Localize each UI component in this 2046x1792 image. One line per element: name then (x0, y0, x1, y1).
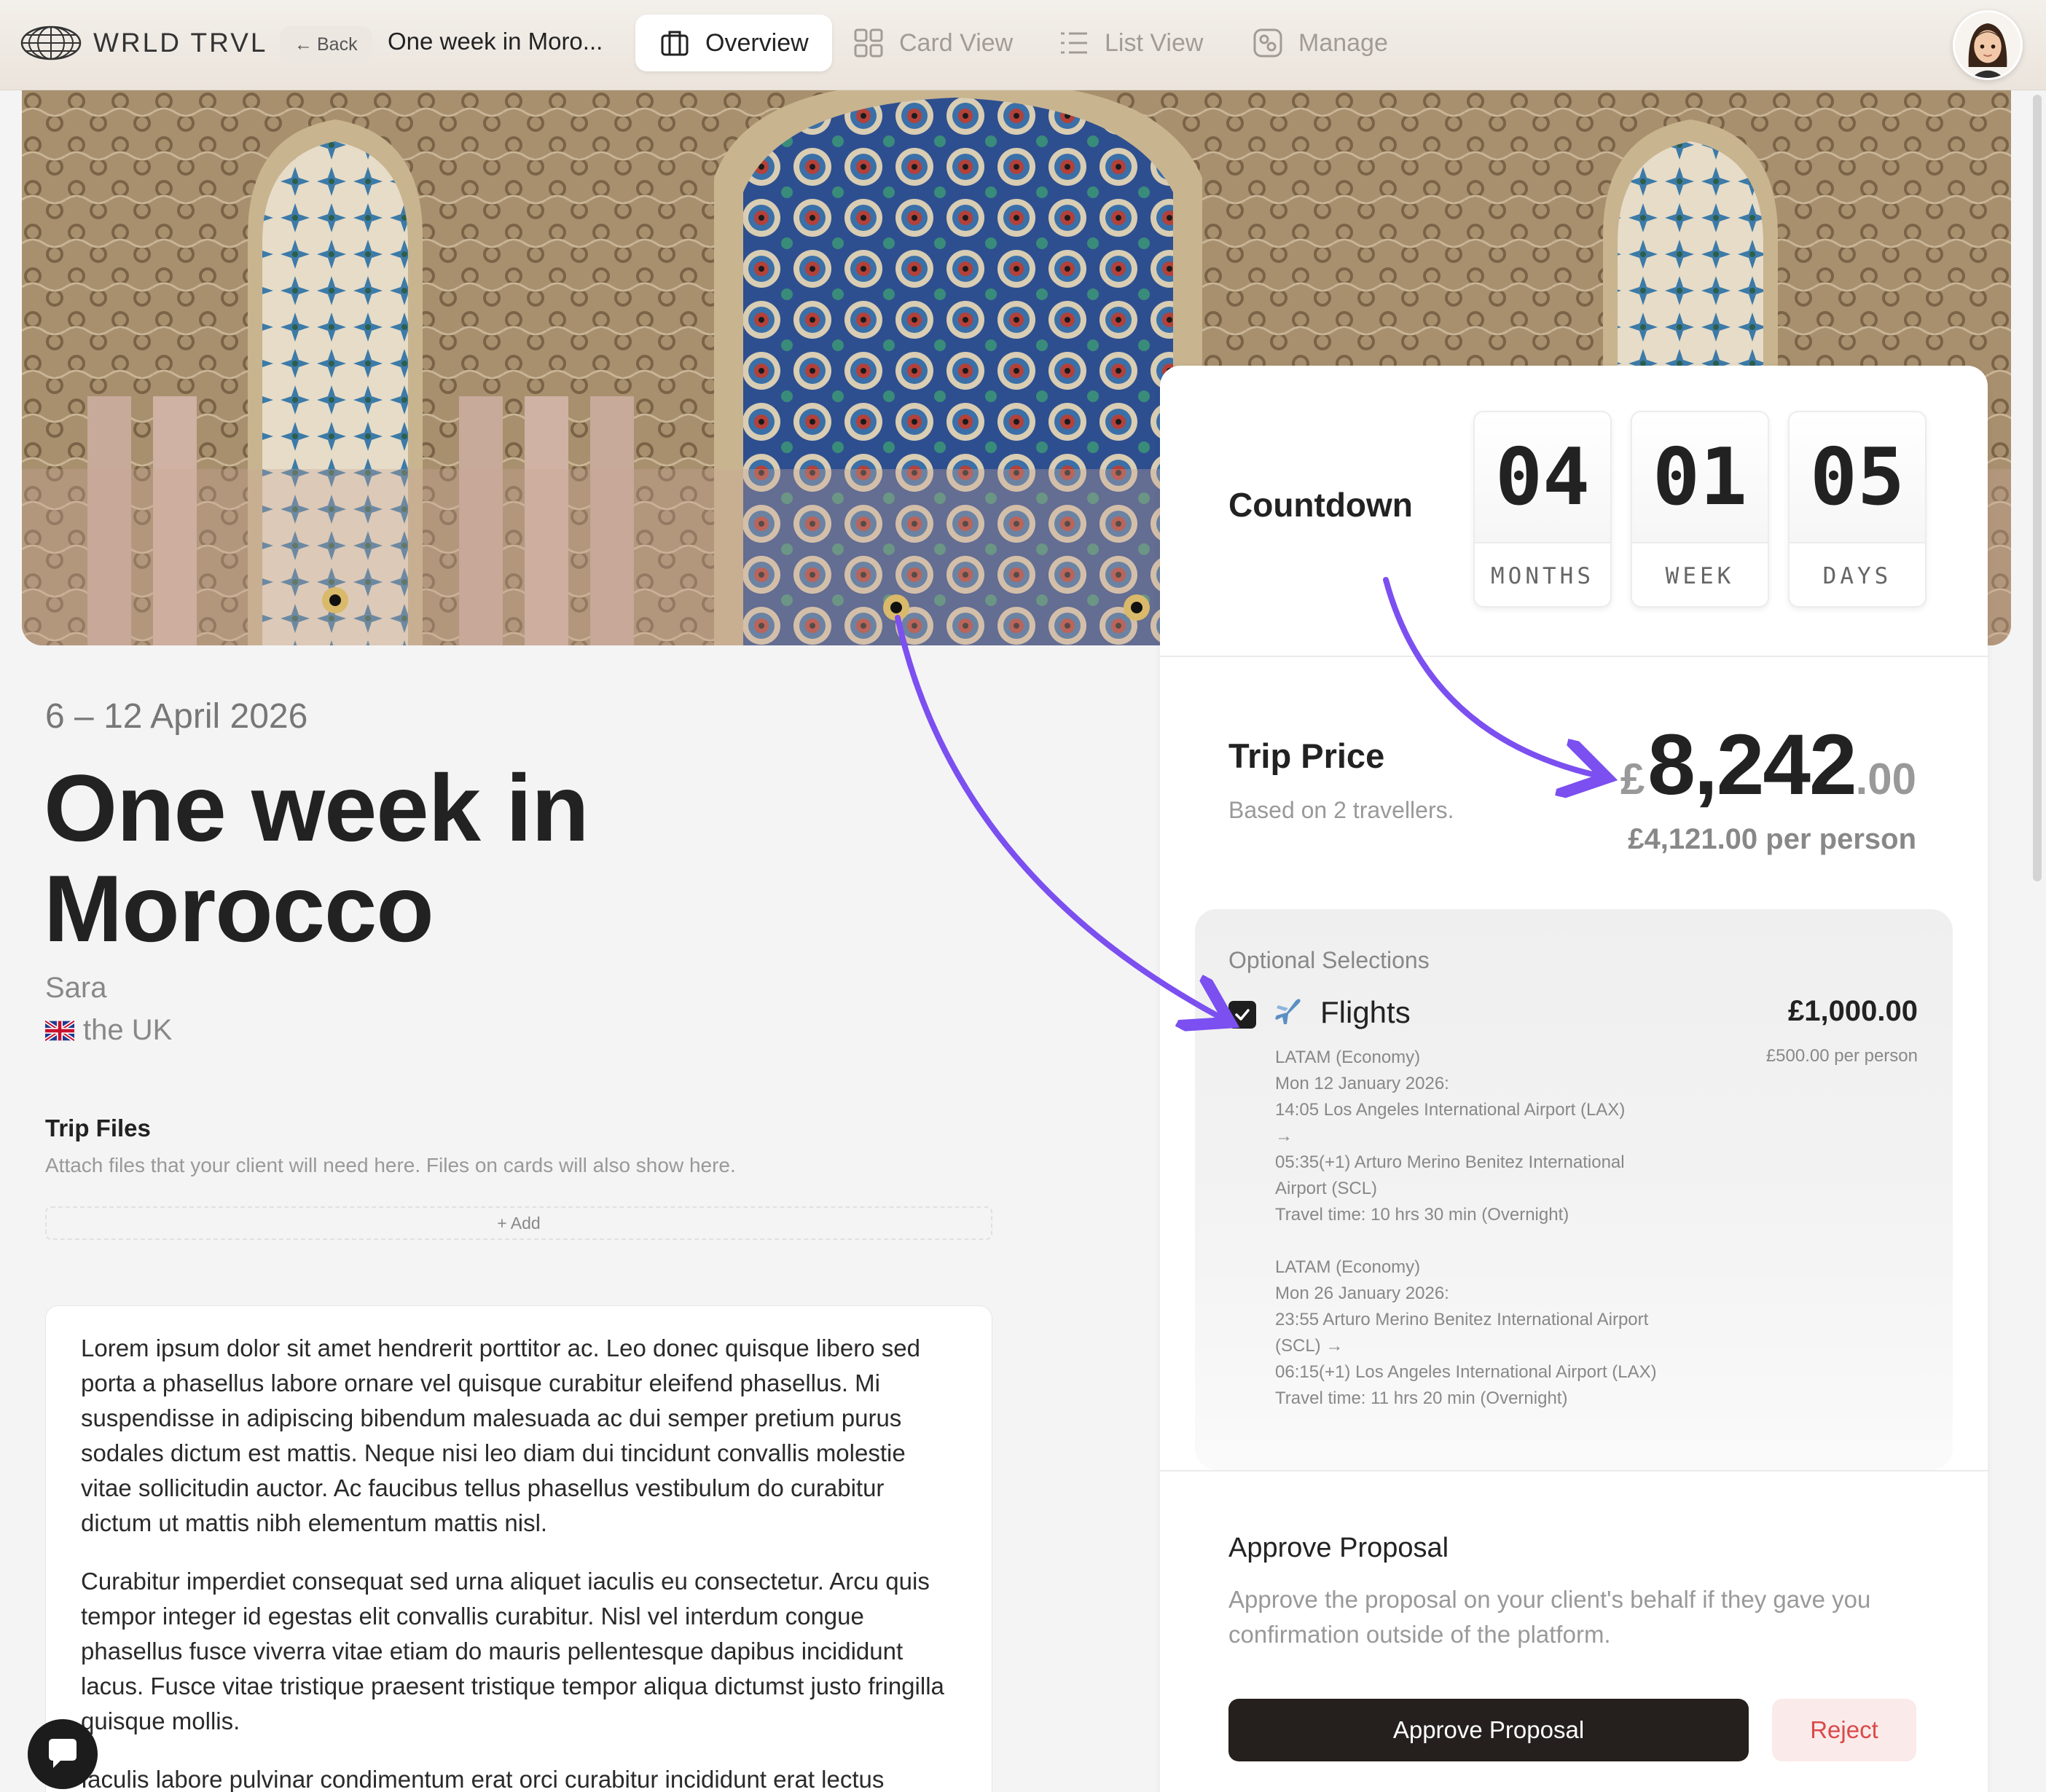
countdown-days-unit: DAYS (1822, 563, 1892, 589)
trip-title-line-1: One week in (44, 755, 589, 861)
trip-name-breadcrumb: One week in Moro... (388, 28, 603, 55)
trip-files-title: Trip Files (45, 1115, 151, 1141)
tab-card-view-label: Card View (899, 28, 1014, 57)
uk-flag-icon (45, 1020, 74, 1041)
tab-manage[interactable]: Manage (1228, 15, 1411, 71)
back-label: Back (317, 34, 358, 55)
logo[interactable]: WRLD TRVL (20, 25, 267, 61)
countdown-days-value: 05 (1790, 412, 1925, 543)
countdown-months-value: 04 (1475, 412, 1610, 543)
logo-text: WRLD TRVL (93, 28, 268, 58)
check-icon (1235, 1009, 1250, 1021)
trip-title-line-2: Morocco (44, 855, 434, 962)
countdown-label: Countdown (1228, 486, 1413, 524)
grid-icon (854, 28, 883, 58)
countdown-week: 01 WEEK (1631, 411, 1769, 608)
tab-card-view[interactable]: Card View (829, 15, 1036, 71)
description-paragraph: Lorem ipsum dolor sit amet hendrerit por… (81, 1335, 920, 1536)
optional-selections: Optional Selections Flights £1,000.00 £5… (1195, 909, 1953, 1470)
user-avatar[interactable] (1953, 10, 2023, 80)
client-country: the UK (45, 1014, 172, 1047)
price-per-person: £4,121.00 per person (1628, 823, 1916, 855)
countdown-week-unit: WEEK (1665, 563, 1735, 589)
chat-button[interactable] (28, 1719, 98, 1789)
approve-proposal-description: Approve the proposal on your client's be… (1228, 1586, 1871, 1648)
list-icon (1061, 32, 1087, 54)
back-button[interactable]: ← Back (280, 26, 372, 63)
divider (1160, 656, 1988, 657)
price-decimals: .00 (1855, 755, 1916, 803)
trip-price-total: £ 8,242 .00 (1620, 715, 1916, 814)
countdown-week-value: 01 (1632, 412, 1768, 543)
trip-dates: 6 – 12 April 2026 (45, 697, 308, 736)
divider (1160, 1470, 1988, 1471)
tab-list-view-label: List View (1105, 28, 1204, 57)
trip-price-label: Trip Price (1228, 736, 1385, 775)
inbound-flight: LATAM (Economy) Mon 26 January 2026: 23:… (1275, 1257, 1657, 1408)
scrollbar[interactable] (2033, 95, 2042, 881)
globe-icon (20, 25, 82, 60)
suitcase-icon (661, 31, 689, 56)
trip-files-description: Attach files that your client will need … (45, 1154, 736, 1176)
add-file-button[interactable]: + Add (45, 1206, 992, 1240)
manage-icon (1253, 28, 1282, 58)
chat-icon (49, 1739, 77, 1768)
tab-list-view[interactable]: List View (1035, 15, 1226, 71)
flights-checkbox[interactable] (1228, 1001, 1256, 1029)
optional-selections-title: Optional Selections (1228, 947, 1430, 973)
flights-per-person: £500.00 per person (1765, 1046, 1918, 1066)
tab-manage-label: Manage (1298, 28, 1388, 57)
reject-button[interactable]: Reject (1772, 1699, 1916, 1761)
airplane-icon (1272, 995, 1306, 1036)
price-currency: £ (1620, 755, 1645, 803)
client-name: Sara (45, 972, 107, 1004)
top-nav: WRLD TRVL ← Back One week in Moro... Ove… (0, 0, 2046, 90)
flights-price: £1,000.00 (1788, 995, 1918, 1027)
approve-proposal-button[interactable]: Approve Proposal (1228, 1699, 1749, 1761)
countdown-months-unit: MONTHS (1491, 563, 1594, 589)
avatar-illustration (1955, 12, 2020, 78)
price-amount: 8,242 (1647, 717, 1857, 813)
countdown-days: 05 DAYS (1788, 411, 1927, 608)
trip-title: One week in Morocco (44, 758, 991, 959)
country-label: the UK (83, 1014, 173, 1046)
outbound-flight: LATAM (Economy) Mon 12 January 2026: 14:… (1275, 1048, 1626, 1225)
countdown-months: 04 MONTHS (1473, 411, 1612, 608)
arrow-left-icon: ← (294, 34, 313, 55)
trip-description-card: Lorem ipsum dolor sit amet hendrerit por… (45, 1305, 992, 1792)
proposal-panel: Countdown 04 MONTHS 01 WEEK 05 DAYS Trip… (1160, 366, 1988, 1792)
tab-overview-label: Overview (705, 28, 809, 57)
description-paragraph: Iaculis labore pulvinar condimentum erat… (81, 1766, 885, 1792)
flights-label: Flights (1320, 995, 1411, 1029)
approve-proposal-title: Approve Proposal (1228, 1533, 1449, 1563)
description-paragraph: Curabitur imperdiet consequat sed urna a… (81, 1568, 944, 1734)
flight-details: LATAM (Economy) Mon 12 January 2026: 14:… (1275, 1045, 1669, 1412)
trip-price-subtitle: Based on 2 travellers. (1228, 797, 1454, 823)
tab-overview[interactable]: Overview (635, 15, 832, 71)
